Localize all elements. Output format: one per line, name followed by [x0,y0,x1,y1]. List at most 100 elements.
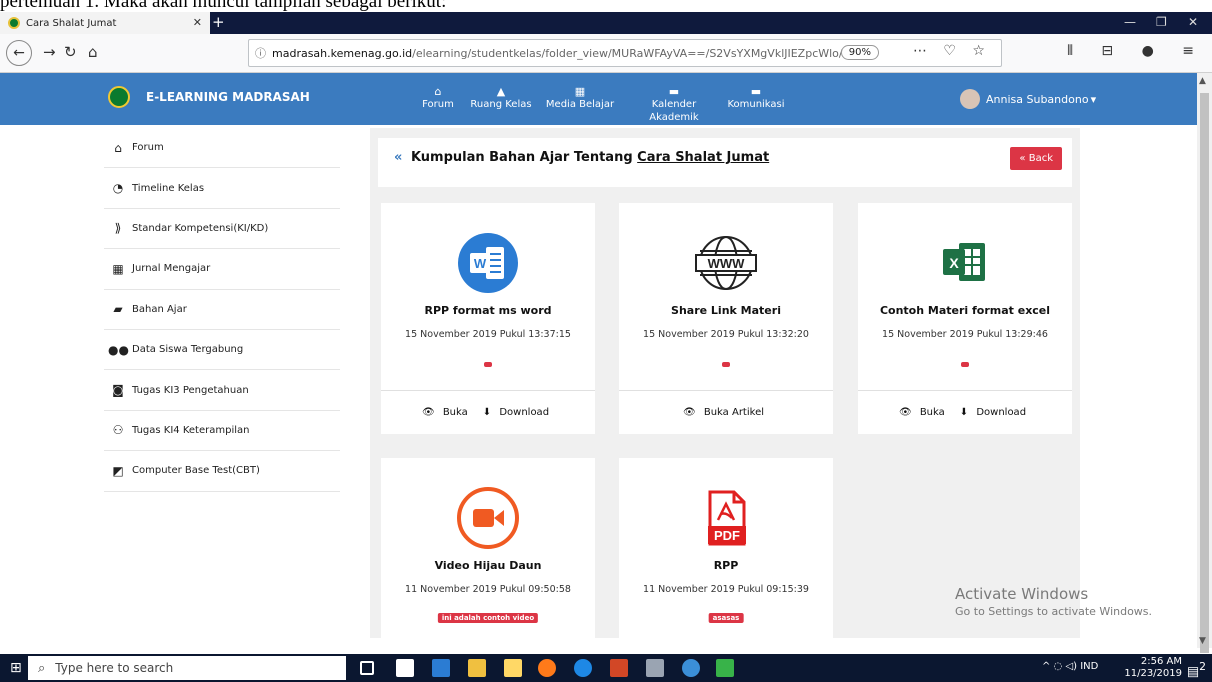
sidebar-item-timeline-kelas[interactable]: ◔ Timeline Kelas [104,168,340,209]
sidebar-item-tugas-ki3[interactable]: ◙ Tugas KI3 Pengetahuan [104,370,340,411]
download-button[interactable]: ⬇ Download [960,407,1031,418]
open-button[interactable]: 👁 Buka [899,407,950,418]
info-icon: ⓘ [255,47,266,60]
open-article-label: Buka Artikel [703,407,764,418]
page-actions[interactable]: ⋯ ♡ ☆ [913,43,991,59]
notification-icon[interactable]: ▤2 [1187,660,1206,679]
standard-icon: ⟫ [114,221,122,236]
svg-text:W: W [474,256,487,271]
user-menu[interactable]: Annisa Subandono ▾ [960,89,1096,109]
sidebar-item-label: Data Siswa Tergabung [132,344,244,356]
home-icon[interactable]: ⌂ [88,43,98,61]
nav-ruang-kelas[interactable]: ▲ Ruang Kelas [468,85,534,111]
window-close-icon[interactable]: ✕ [1188,15,1198,29]
back-button[interactable]: « Back [1010,147,1062,170]
close-tab-icon[interactable]: ✕ [193,16,202,29]
download-label: Download [976,407,1027,418]
firefox-icon[interactable] [538,659,556,677]
sidebar-item-data-siswa[interactable]: ●● Data Siswa Tergabung [104,330,340,371]
windows-start-icon[interactable]: ⊞ [10,660,22,676]
open-label: Buka [442,407,468,418]
zoom-badge[interactable]: 90% [840,45,879,60]
app-green-icon[interactable] [716,659,734,677]
back-button-label: Back [1028,153,1053,164]
open-article-button[interactable]: 👁 Buka Artikel [683,407,769,418]
folder-header: « Kumpulan Bahan Ajar Tentang Cara Shala… [378,138,1072,187]
browser-tab[interactable]: Cara Shalat Jumat ✕ [0,12,210,34]
card-date: 11 November 2019 Pukul 09:50:58 [405,584,571,595]
card-title: RPP format ms word [424,304,552,317]
nav-kalender-akademik-label: Kalender Akademik [649,99,699,123]
sidebar: ⌂ Forum ◔ Timeline Kelas ⟫ Standar Kompe… [104,128,340,492]
title-prefix: Kumpulan Bahan Ajar Tentang [410,150,633,165]
scrollbar-thumb[interactable] [1200,93,1209,653]
forward-arrow-icon[interactable]: → [43,43,56,61]
language-indicator[interactable]: IND [1080,661,1098,672]
sidebar-item-forum[interactable]: ⌂ Forum [104,128,340,169]
page-scrollbar[interactable]: ▲ ▼ [1197,73,1212,653]
card-title: Video Hijau Daun [434,559,542,572]
material-card: PDF RPP 11 November 2019 Pukul 09:15:39 … [619,458,833,654]
users-icon: ●● [108,342,129,357]
card-date: 15 November 2019 Pukul 13:32:20 [643,329,809,340]
url-domain: madrasah.kemenag.go.id [272,46,413,60]
word-icon: W [458,233,518,293]
skill-icon: ⚇ [112,423,124,438]
word-app-icon[interactable] [432,659,450,677]
mail-icon[interactable] [396,659,414,677]
url-bar[interactable]: ⓘ madrasah.kemenag.go.id /elearning/stud… [248,39,1002,67]
nav-komunikasi-label: Komunikasi [727,99,785,110]
sidebar-item-label: Forum [132,142,164,154]
svg-text:PDF: PDF [714,528,740,543]
home-icon: ⌂ [114,140,122,155]
task-view-icon[interactable] [360,661,374,675]
nav-kalender-akademik[interactable]: ▬ Kalender Akademik [630,85,718,124]
nav-komunikasi[interactable]: ▬ Komunikasi [724,85,788,111]
material-card: WWW Share Link Materi 15 November 2019 P… [619,203,833,434]
sidebar-item-label: Bahan Ajar [132,303,187,315]
brand-title: E-LEARNING MADRASAH [146,90,310,104]
kemenag-logo-icon [108,86,130,108]
timeline-icon: ◔ [112,181,124,196]
title-topic[interactable]: Cara Shalat Jumat [637,150,769,165]
taskbar-search[interactable]: ⌕ Type here to search [28,656,346,680]
nav-media-belajar[interactable]: ▦ Media Belajar [544,85,616,111]
scroll-down-icon[interactable]: ▼ [1199,636,1206,646]
clock-date: 11/23/2019 [1124,668,1182,679]
sidebar-item-tugas-ki4[interactable]: ⚇ Tugas KI4 Keterampilan [104,411,340,452]
sidebar-item-cbt[interactable]: ◩ Computer Base Test(CBT) [104,451,340,492]
file-explorer-icon[interactable] [468,659,486,677]
reload-icon[interactable]: ↻ [64,43,77,61]
brand[interactable]: E-LEARNING MADRASAH [108,86,310,108]
sidebar-item-jurnal-mengajar[interactable]: ▦ Jurnal Mengajar [104,249,340,290]
tray-icons[interactable]: ^ ◌ ◁) IND [1042,661,1098,672]
status-badge [722,362,730,367]
watermark-title: Activate Windows [955,585,1089,603]
download-button[interactable]: ⬇ Download [483,407,554,418]
open-button[interactable]: 👁 Buka [422,407,473,418]
powerpoint-icon[interactable] [610,659,628,677]
edge-icon[interactable] [574,659,592,677]
card-actions: 👁 Buka Artikel [619,390,833,434]
back-arrow-icon[interactable]: ← [6,40,32,66]
clock[interactable]: 2:56 AM 11/23/2019 [1124,656,1182,680]
minimize-icon[interactable]: — [1124,15,1136,29]
scroll-up-icon[interactable]: ▲ [1199,76,1206,86]
activation-watermark: Activate Windows Go to Settings to activ… [955,585,1152,618]
svg-text:WWW: WWW [708,256,746,271]
nav-forum[interactable]: ⌂ Forum [418,85,458,111]
calendar-app-icon[interactable] [646,659,664,677]
material-card: X Contoh Materi format excel 15 November… [858,203,1072,434]
user-name: Annisa Subandono [986,92,1089,106]
sidebar-item-standar-kompetensi[interactable]: ⟫ Standar Kompetensi(KI/KD) [104,209,340,250]
url-path: /elearning/studentkelas/folder_view/MURa… [412,46,843,60]
svg-text:X: X [949,255,959,271]
cbt-icon: ◩ [112,463,124,478]
restore-icon[interactable]: ❐ [1156,15,1167,29]
store-icon[interactable] [504,659,522,677]
new-tab-icon[interactable]: + [212,13,225,31]
library-icon[interactable]: ⫴ ⊟ ● ≡ [1067,43,1206,59]
status-badge: ini adalah contoh video [437,613,539,623]
app-icon[interactable] [682,659,700,677]
sidebar-item-bahan-ajar[interactable]: ▰ Bahan Ajar [104,290,340,330]
